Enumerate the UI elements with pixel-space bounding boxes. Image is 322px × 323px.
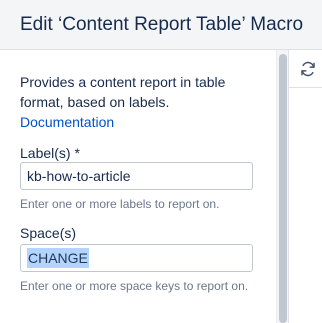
documentation-link[interactable]: Documentation	[20, 112, 114, 132]
spaces-input-value: CHANGE	[27, 248, 89, 268]
spaces-helper-text: Enter one or more space keys to report o…	[20, 279, 249, 293]
refresh-icon[interactable]	[299, 60, 317, 78]
dialog-header: Edit ‘Content Report Table’ Macro	[0, 0, 322, 50]
preview-pane	[289, 50, 322, 323]
preview-toolbar	[289, 50, 322, 88]
labels-field-label: Label(s) *	[20, 145, 80, 161]
labels-input-value: kb-how-to-article	[27, 168, 131, 184]
dialog-title: Edit ‘Content Report Table’ Macro	[20, 14, 304, 35]
spaces-field-label: Space(s)	[20, 225, 77, 241]
labels-input[interactable]: kb-how-to-article	[20, 162, 253, 190]
spaces-input[interactable]: CHANGE	[20, 244, 253, 272]
scrollbar-thumb[interactable]	[279, 54, 287, 323]
macro-description: Provides a content report in table forma…	[20, 74, 226, 110]
panel-scrollbar[interactable]	[276, 50, 288, 323]
labels-helper-text: Enter one or more labels to report on.	[20, 197, 220, 211]
macro-parameters-panel: Provides a content report in table forma…	[0, 50, 276, 323]
